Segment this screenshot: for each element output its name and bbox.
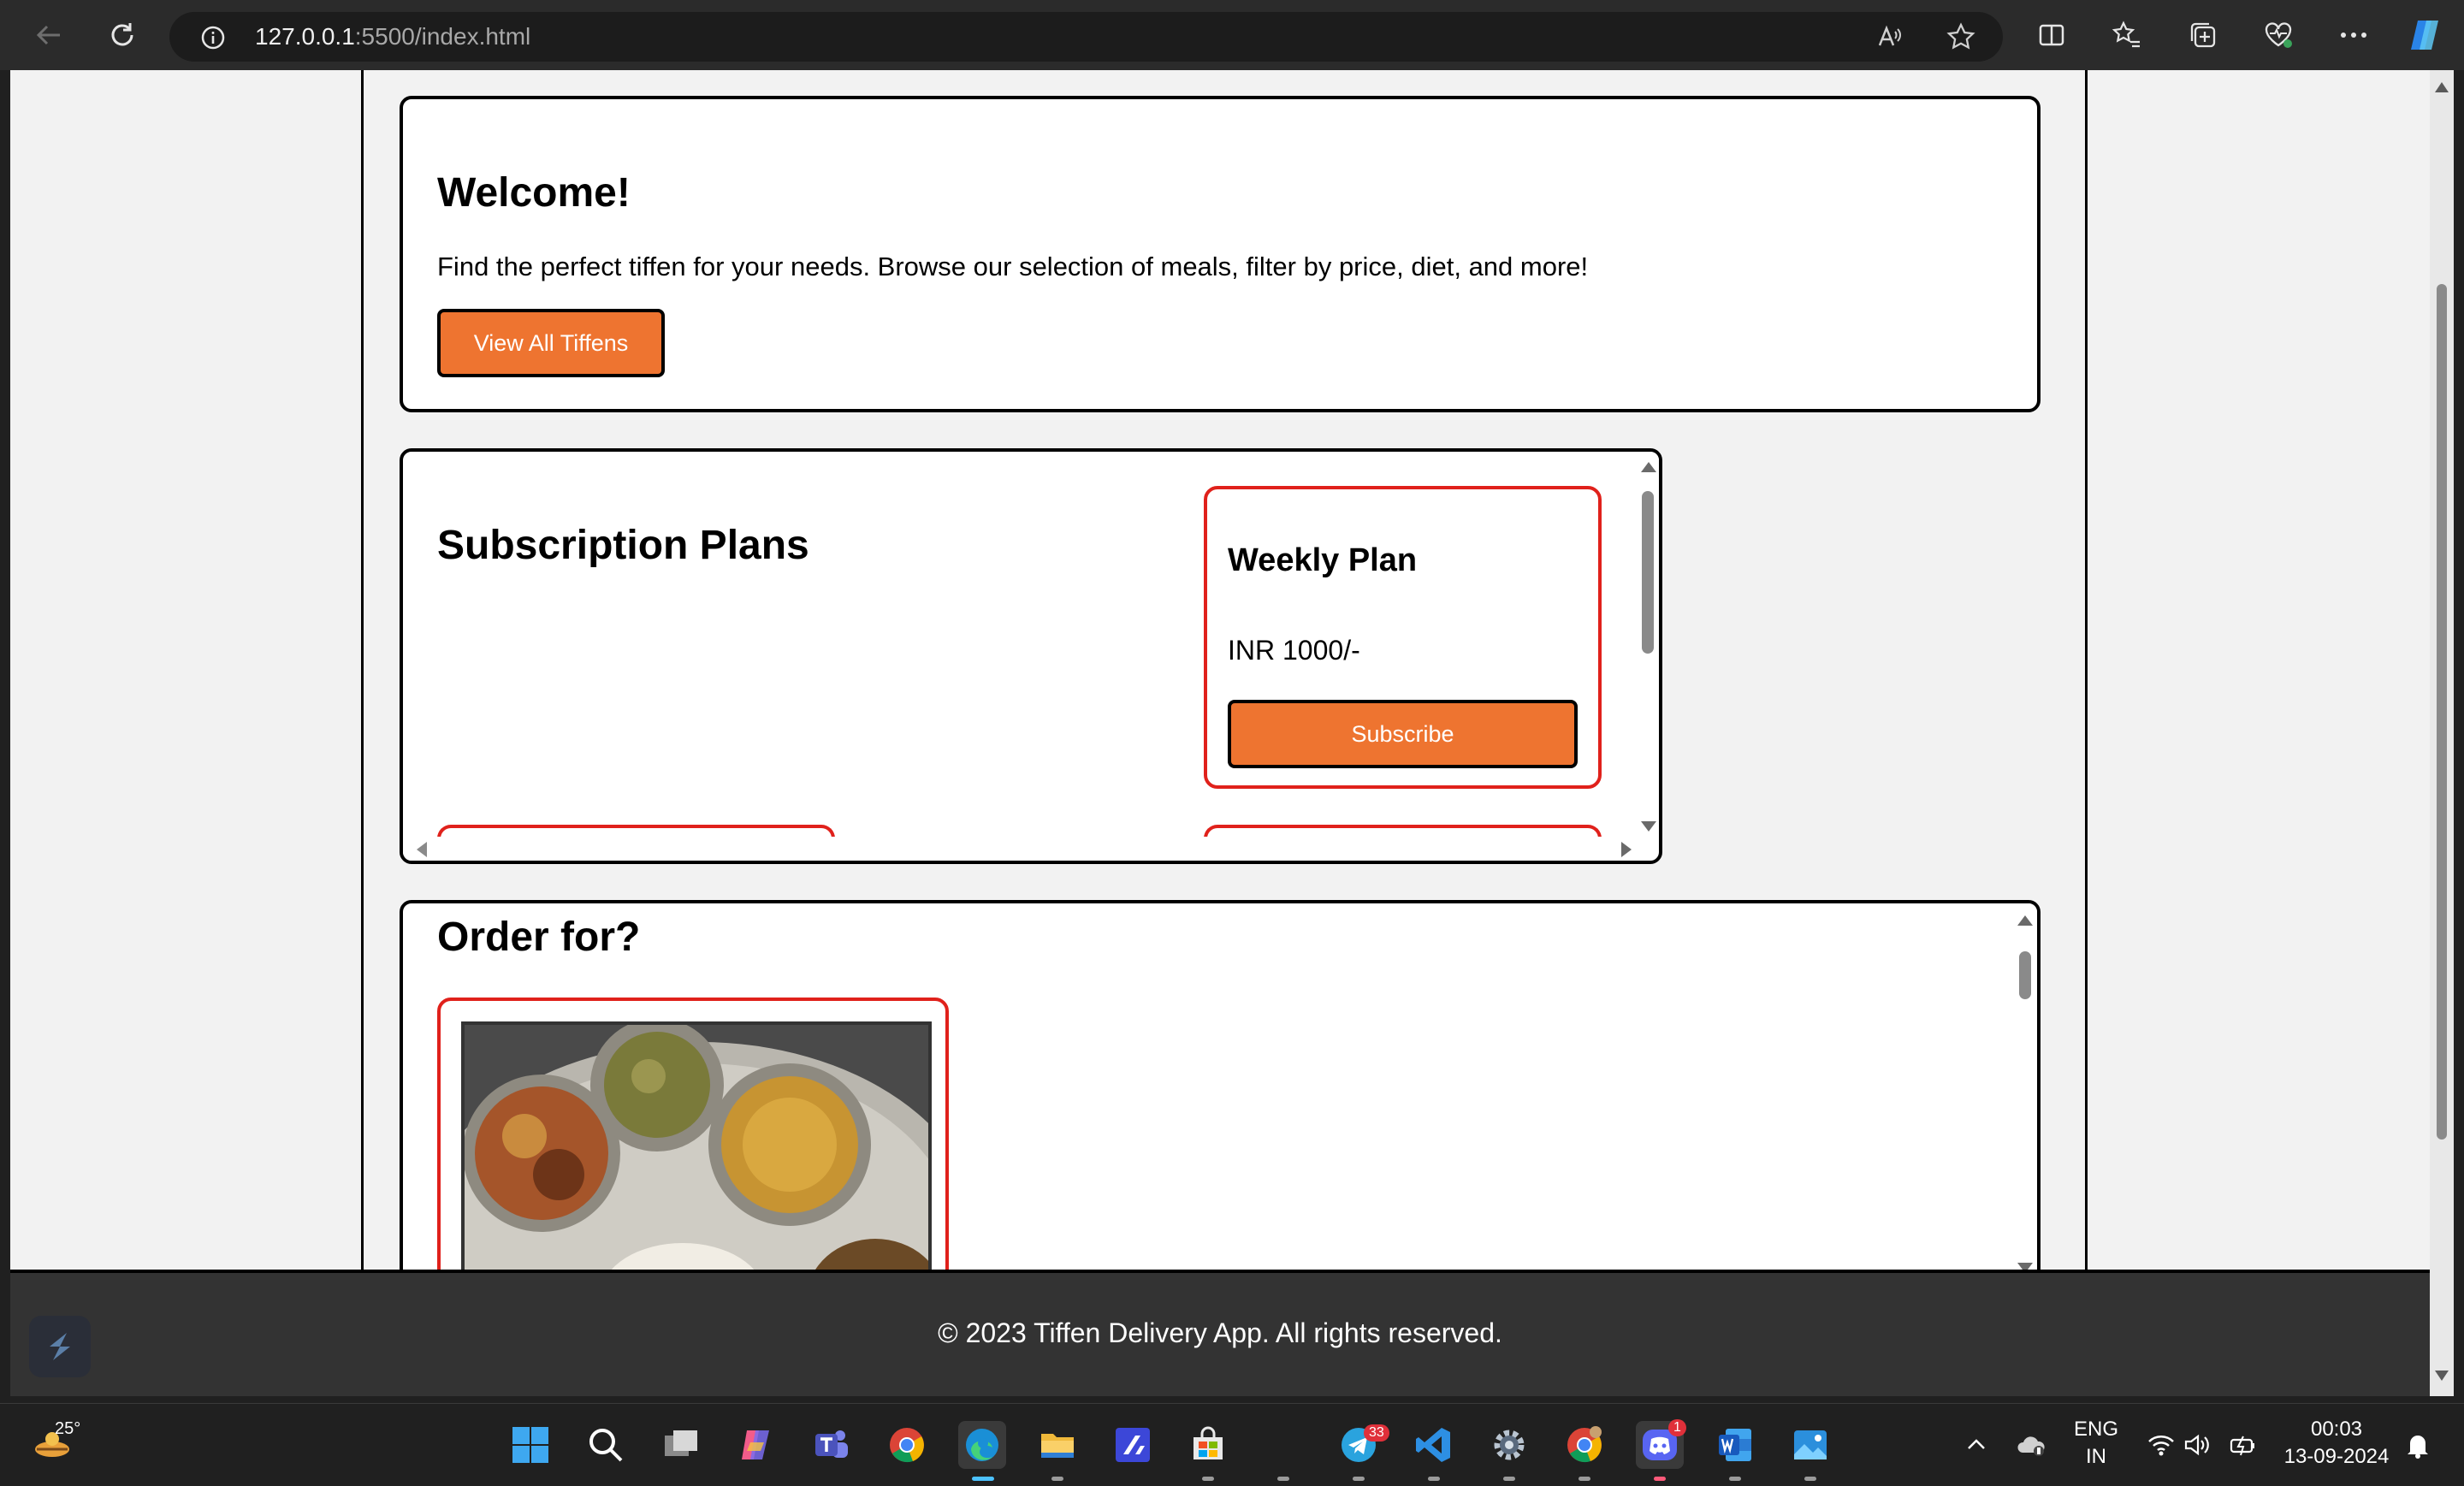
url-host: 127.0.0.1 — [255, 23, 355, 50]
scroll-left-arrow-icon[interactable] — [417, 842, 427, 857]
refresh-button[interactable] — [101, 14, 144, 56]
welcome-text: Find the perfect tiffen for your needs. … — [437, 252, 1589, 281]
scroll-down-arrow-icon[interactable] — [1641, 821, 1656, 832]
search-icon[interactable] — [582, 1421, 630, 1469]
discord-badge: 1 — [1668, 1419, 1686, 1436]
arrow-left-icon — [36, 25, 60, 45]
photos-icon[interactable] — [1786, 1421, 1834, 1469]
back-button[interactable] — [27, 14, 70, 56]
window-scrollbar-thumb[interactable] — [2437, 284, 2447, 1140]
page-viewport: Welcome! Find the perfect tiffen for you… — [10, 70, 2430, 1270]
scroll-right-arrow-icon[interactable] — [1621, 842, 1632, 857]
copilot-app-icon[interactable] — [732, 1421, 780, 1469]
clock-time: 00:03 — [2310, 1418, 2363, 1441]
running-app-indicator — [1729, 1477, 1741, 1481]
browser-essentials-icon[interactable] — [2259, 15, 2298, 55]
weather-temperature: 25° — [55, 1419, 81, 1438]
refresh-icon — [111, 23, 133, 46]
chrome-icon[interactable] — [883, 1421, 931, 1469]
language-code: ENG — [2073, 1418, 2118, 1441]
plans-vertical-scrollbar[interactable] — [1635, 452, 1659, 844]
welcome-section: Welcome! Find the perfect tiffen for you… — [400, 96, 2040, 412]
footer-copyright: © 2023 Tiffen Delivery App. All rights r… — [938, 1317, 1502, 1348]
battery-icon[interactable] — [2219, 1421, 2267, 1469]
welcome-title: Welcome! — [437, 170, 631, 216]
main-container: Welcome! Find the perfect tiffen for you… — [361, 70, 2088, 1270]
word-icon[interactable] — [1711, 1421, 1759, 1469]
vscode-icon[interactable] — [1410, 1421, 1458, 1469]
onedrive-cloud-icon[interactable] — [2007, 1421, 2055, 1469]
active-app-indicator — [972, 1477, 994, 1481]
scroll-up-arrow-icon[interactable] — [2017, 915, 2033, 926]
running-app-indicator — [1654, 1477, 1666, 1481]
language-indicator[interactable]: ENG IN — [2069, 1416, 2123, 1471]
running-app-indicator — [1202, 1477, 1214, 1481]
start-windows-icon[interactable] — [506, 1421, 554, 1469]
site-info-icon[interactable] — [200, 25, 226, 55]
scrollbar-thumb[interactable] — [1642, 491, 1654, 654]
running-app-indicator — [1428, 1477, 1440, 1481]
subscribe-button[interactable]: Subscribe — [1228, 700, 1578, 768]
order-vertical-scrollbar[interactable] — [2011, 903, 2037, 1270]
running-app-indicator — [1277, 1477, 1289, 1481]
teams-icon[interactable] — [808, 1421, 856, 1469]
running-app-indicator — [1503, 1477, 1515, 1481]
order-title: Order for? — [437, 915, 641, 960]
window-scrollbar[interactable] — [2430, 70, 2454, 1396]
plan-name: Weekly Plan — [1228, 542, 1418, 578]
thali-food-image — [461, 1021, 932, 1270]
running-app-indicator — [1804, 1477, 1816, 1481]
address-bar[interactable]: 127.0.0.1:5500/index.html — [169, 12, 2003, 62]
chevron-up-icon[interactable] — [1952, 1421, 2000, 1469]
scroll-down-arrow-icon[interactable] — [2017, 1263, 2033, 1270]
scroll-up-arrow-icon[interactable] — [1641, 462, 1656, 472]
page-footer: © 2023 Tiffen Delivery App. All rights r… — [10, 1270, 2430, 1396]
order-section: Order for? — [400, 900, 2040, 1270]
url-path: :5500/index.html — [354, 23, 531, 50]
microsoft-store-icon[interactable] — [1184, 1421, 1232, 1469]
telegram-badge: 33 — [1364, 1424, 1389, 1442]
split-screen-icon[interactable] — [2032, 15, 2071, 55]
scrollbar-thumb[interactable] — [2019, 951, 2031, 999]
url-text[interactable]: 127.0.0.1:5500/index.html — [255, 23, 530, 50]
more-menu-icon[interactable] — [2334, 15, 2373, 55]
running-app-indicator — [1353, 1477, 1365, 1481]
plan-price: INR 1000/- — [1228, 635, 1360, 666]
app-launcher-icon[interactable] — [1109, 1421, 1157, 1469]
favorite-star-icon[interactable] — [1946, 22, 1975, 51]
windows-taskbar: 25° 33 1 ENG IN 00:03 13-09-2024 — [0, 1403, 2464, 1486]
copilot-icon[interactable] — [2406, 15, 2445, 55]
scroll-down-arrow-icon[interactable] — [2435, 1371, 2449, 1381]
file-explorer-icon[interactable] — [1034, 1421, 1081, 1469]
clock-date: 13-09-2024 — [2283, 1445, 2390, 1468]
plans-horizontal-scrollbar[interactable] — [403, 837, 1642, 861]
collections-icon[interactable] — [2183, 15, 2223, 55]
settings-gear-icon[interactable] — [1485, 1421, 1533, 1469]
view-all-tiffens-button[interactable]: View All Tiffens — [437, 309, 665, 377]
favorites-icon[interactable] — [2107, 15, 2147, 55]
browser-toolbar: 127.0.0.1:5500/index.html — [0, 0, 2464, 70]
volume-icon[interactable] — [2173, 1421, 2221, 1469]
subscription-plans-section: Subscription Plans Weekly Plan INR 1000/… — [400, 448, 1662, 864]
task-view-icon[interactable] — [657, 1421, 705, 1469]
edge-icon[interactable] — [958, 1421, 1006, 1469]
region-code: IN — [2086, 1445, 2106, 1468]
chrome-profile-icon[interactable] — [1561, 1421, 1608, 1469]
running-app-indicator — [1051, 1477, 1063, 1481]
running-app-indicator — [1578, 1477, 1590, 1481]
tiffen-card[interactable] — [437, 998, 949, 1270]
notification-bell-icon[interactable] — [2394, 1421, 2442, 1469]
plan-card: Weekly Plan INR 1000/- Subscribe — [1204, 486, 1602, 789]
scroll-up-arrow-icon[interactable] — [2435, 82, 2449, 92]
plans-title: Subscription Plans — [437, 523, 809, 568]
read-aloud-icon[interactable] — [1875, 22, 1904, 51]
clock[interactable]: 00:03 13-09-2024 — [2272, 1416, 2401, 1471]
